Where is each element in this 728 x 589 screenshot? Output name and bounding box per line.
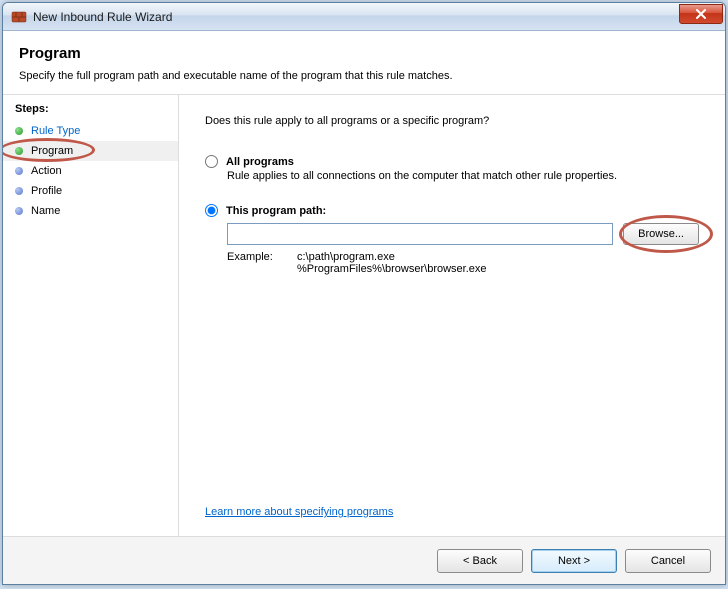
option-all-label: All programs	[226, 156, 294, 168]
wizard-window: New Inbound Rule Wizard Program Specify …	[2, 2, 726, 585]
option-path-label: This program path:	[226, 205, 326, 217]
page-subtitle: Specify the full program path and execut…	[19, 70, 709, 82]
step-label: Rule Type	[31, 125, 80, 137]
browse-button[interactable]: Browse...	[623, 223, 699, 245]
option-this-program: This program path: Browse... Example: c:…	[205, 204, 699, 275]
example-label: Example:	[227, 251, 297, 275]
step-action[interactable]: Action	[3, 161, 178, 181]
step-label: Program	[31, 145, 73, 157]
footer: < Back Next > Cancel	[3, 536, 725, 584]
back-button[interactable]: < Back	[437, 549, 523, 573]
step-label: Profile	[31, 185, 62, 197]
example-text: c:\path\program.exe %ProgramFiles%\brows…	[297, 251, 487, 275]
titlebar[interactable]: New Inbound Rule Wizard	[3, 3, 725, 31]
bullet-icon	[15, 207, 23, 215]
step-rule-type[interactable]: Rule Type	[3, 121, 178, 141]
radio-this-program[interactable]	[205, 204, 218, 217]
firewall-icon	[11, 9, 27, 25]
learn-more-link[interactable]: Learn more about specifying programs	[205, 506, 699, 518]
step-name[interactable]: Name	[3, 201, 178, 221]
bullet-icon	[15, 127, 23, 135]
program-path-input[interactable]	[227, 223, 613, 245]
step-profile[interactable]: Profile	[3, 181, 178, 201]
bullet-icon	[15, 187, 23, 195]
step-label: Action	[31, 165, 62, 177]
steps-sidebar: Steps: Rule Type Program Action Profile	[3, 95, 179, 536]
radio-all-programs[interactable]	[205, 155, 218, 168]
step-label: Name	[31, 205, 60, 217]
cancel-button[interactable]: Cancel	[625, 549, 711, 573]
steps-heading: Steps:	[3, 99, 178, 121]
next-button[interactable]: Next >	[531, 549, 617, 573]
window-title: New Inbound Rule Wizard	[33, 10, 679, 24]
bullet-icon	[15, 167, 23, 175]
option-all-programs: All programs Rule applies to all connect…	[205, 155, 699, 182]
main-panel: Does this rule apply to all programs or …	[179, 95, 725, 536]
body: Steps: Rule Type Program Action Profile	[3, 95, 725, 536]
page-header: Program Specify the full program path an…	[3, 31, 725, 95]
page-title: Program	[19, 45, 709, 62]
bullet-icon	[15, 147, 23, 155]
question-text: Does this rule apply to all programs or …	[205, 115, 699, 127]
option-all-desc: Rule applies to all connections on the c…	[227, 170, 699, 182]
close-button[interactable]	[679, 4, 723, 24]
step-program[interactable]: Program	[3, 141, 178, 161]
